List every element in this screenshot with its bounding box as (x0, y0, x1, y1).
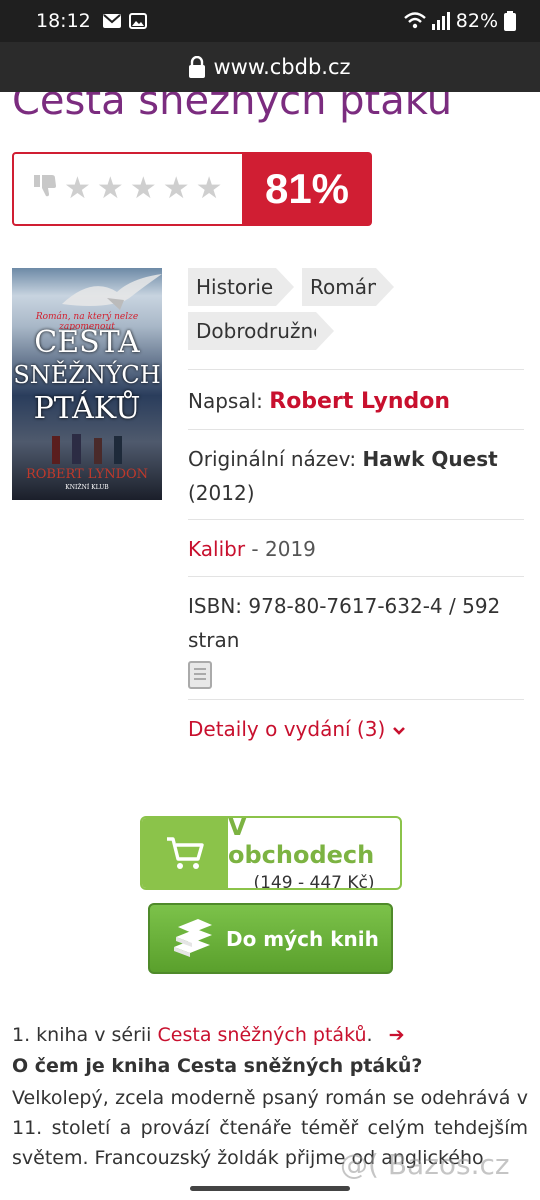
author-label: Napsal: (188, 389, 263, 413)
publish-year: - 2019 (251, 537, 316, 561)
url-text: www.cbdb.cz (213, 55, 351, 79)
genre-tag[interactable]: Historie (188, 268, 294, 306)
riders-illustration (52, 434, 122, 464)
price-range: (149 - 447 Kč) (253, 873, 375, 890)
isbn-line: ISBN: 978-80-7617-632-4 / 592 (188, 594, 501, 618)
rating-percent: 81% (242, 152, 372, 226)
chevron-down-icon (392, 727, 405, 735)
star-icon-3[interactable]: ★ (130, 174, 157, 204)
publisher-link[interactable]: Kalibr (188, 537, 245, 561)
battery-icon (504, 11, 516, 31)
genre-tag-label: Román (310, 275, 380, 299)
isbn-row: ISBN: 978-80-7617-632-4 / 592 stran (188, 576, 524, 699)
series-link[interactable]: Cesta sněžných ptáků (158, 1024, 367, 1046)
books-icon (174, 918, 212, 957)
mail-icon (102, 14, 121, 28)
status-bar: 18:12 82% (0, 0, 540, 42)
cover-author: ROBERT LYNDON (25, 467, 149, 482)
cover-publisher: KNIŽNÍ KLUB (65, 484, 109, 491)
image-icon (128, 13, 147, 29)
genre-tag[interactable]: Dobrodružné (188, 312, 334, 350)
arrow-right-icon[interactable]: ➔ (389, 1024, 405, 1046)
add-to-my-books-button[interactable]: Do mých knih (148, 903, 393, 974)
cover-title-line: CESTA (34, 325, 140, 360)
series-prefix: 1. kniha v sérii (12, 1024, 152, 1046)
cart-icon (167, 837, 204, 869)
status-time: 18:12 (36, 10, 91, 32)
rating-widget[interactable]: ★ ★ ★ ★ ★ (12, 152, 252, 226)
book-cover[interactable]: Román, na který nelze zapomenout CESTA S… (12, 268, 162, 500)
publisher-row: Kalibr - 2019 (188, 519, 524, 566)
lock-icon (189, 56, 206, 78)
author-row: Napsal: Robert Lyndon (188, 369, 524, 419)
star-icon-2[interactable]: ★ (97, 174, 124, 204)
series-info: 1. kniha v sérii Cesta sněžných ptáků. ➔ (12, 1024, 405, 1046)
about-heading: O čem je kniha Cesta sněžných ptáků? (12, 1055, 423, 1077)
original-year: (2012) (188, 481, 255, 505)
genre-tag[interactable]: Román (302, 268, 394, 306)
cover-title-line: PTÁKŮ (33, 391, 141, 426)
star-icon-5[interactable]: ★ (196, 174, 223, 204)
watermark: @( Bazos.cz (340, 1148, 510, 1181)
shops-button[interactable]: V obchodech (149 - 447 Kč) (140, 816, 402, 890)
star-icon-4[interactable]: ★ (163, 174, 190, 204)
thumbs-down-icon[interactable] (34, 174, 58, 204)
add-to-my-books-label: Do mých knih (226, 926, 379, 951)
original-title-row: Originální název: Hawk Quest (2012) (188, 429, 524, 510)
isbn-pages: stran (188, 628, 240, 652)
cover-title: CESTA SNĚŽNÝCH PTÁKŮ (12, 326, 162, 425)
url-bar[interactable]: www.cbdb.cz (0, 42, 540, 92)
genre-tag-label: Historie (196, 275, 274, 299)
author-link[interactable]: Robert Lyndon (269, 389, 450, 414)
cover-title-line: SNĚŽNÝCH (13, 361, 161, 389)
shops-button-label: V obchodech (228, 816, 375, 869)
star-icon-1[interactable]: ★ (64, 174, 91, 204)
home-indicator[interactable] (190, 1186, 350, 1191)
editions-link[interactable]: Detaily o vydání (3) (188, 717, 406, 741)
series-suffix: . (366, 1024, 373, 1046)
editions-link-label: Detaily o vydání (3) (188, 717, 386, 741)
battery-percent: 82% (455, 10, 498, 32)
wifi-icon (403, 12, 426, 29)
ebook-icon[interactable] (188, 661, 212, 689)
original-title-label: Originální název: (188, 447, 357, 471)
genre-tag-label: Dobrodružné (196, 319, 326, 343)
original-title: Hawk Quest (362, 447, 498, 471)
editions-row: Detaily o vydání (3) (188, 699, 524, 746)
signal-icon (431, 12, 450, 30)
